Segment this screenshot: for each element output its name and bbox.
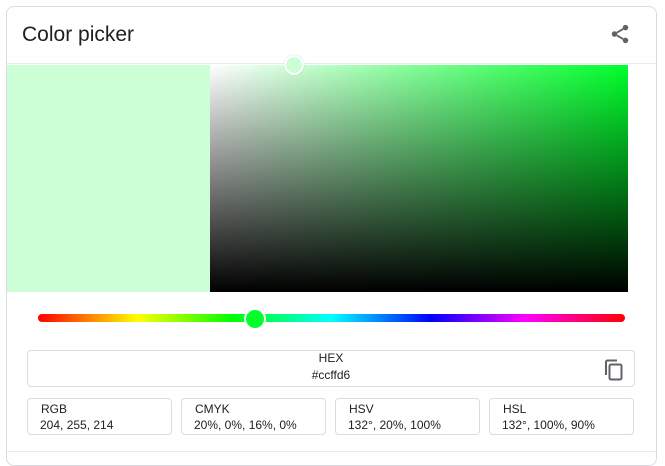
- hsv-field[interactable]: HSV 132°, 20%, 100%: [335, 398, 480, 435]
- cmyk-value[interactable]: 20%, 0%, 16%, 0%: [194, 418, 297, 432]
- card-title: Color picker: [22, 23, 135, 46]
- hsl-value[interactable]: 132°, 100%, 90%: [502, 418, 595, 432]
- saturation-value-handle[interactable]: [283, 55, 304, 75]
- hsl-field[interactable]: HSL 132°, 100%, 90%: [489, 398, 634, 435]
- color-swatch: [7, 65, 210, 292]
- hex-value[interactable]: #ccffd6: [28, 368, 634, 382]
- cmyk-field[interactable]: CMYK 20%, 0%, 16%, 0%: [181, 398, 326, 435]
- hex-field[interactable]: HEX #ccffd6: [27, 350, 635, 387]
- share-icon: [611, 24, 629, 44]
- hsl-label: HSL: [503, 402, 527, 416]
- cmyk-label: CMYK: [195, 402, 230, 416]
- hue-slider-track[interactable]: [38, 314, 625, 322]
- hsv-label: HSV: [349, 402, 374, 416]
- color-picker-card: Color picker HEX #ccffd6 RGB 204, 255, 2…: [6, 6, 657, 466]
- hue-slider-handle[interactable]: [244, 308, 267, 330]
- hex-label: HEX: [318, 351, 344, 365]
- card-header: Color picker: [7, 7, 656, 64]
- saturation-value-area[interactable]: [210, 65, 628, 292]
- rgb-label: RGB: [41, 402, 68, 416]
- rgb-value[interactable]: 204, 255, 214: [40, 418, 113, 432]
- rgb-field[interactable]: RGB 204, 255, 214: [27, 398, 172, 435]
- share-button[interactable]: [606, 20, 634, 48]
- copy-button[interactable]: [604, 359, 624, 381]
- bottom-divider: [7, 451, 656, 452]
- copy-icon: [605, 359, 623, 381]
- hsv-value[interactable]: 132°, 20%, 100%: [348, 418, 441, 432]
